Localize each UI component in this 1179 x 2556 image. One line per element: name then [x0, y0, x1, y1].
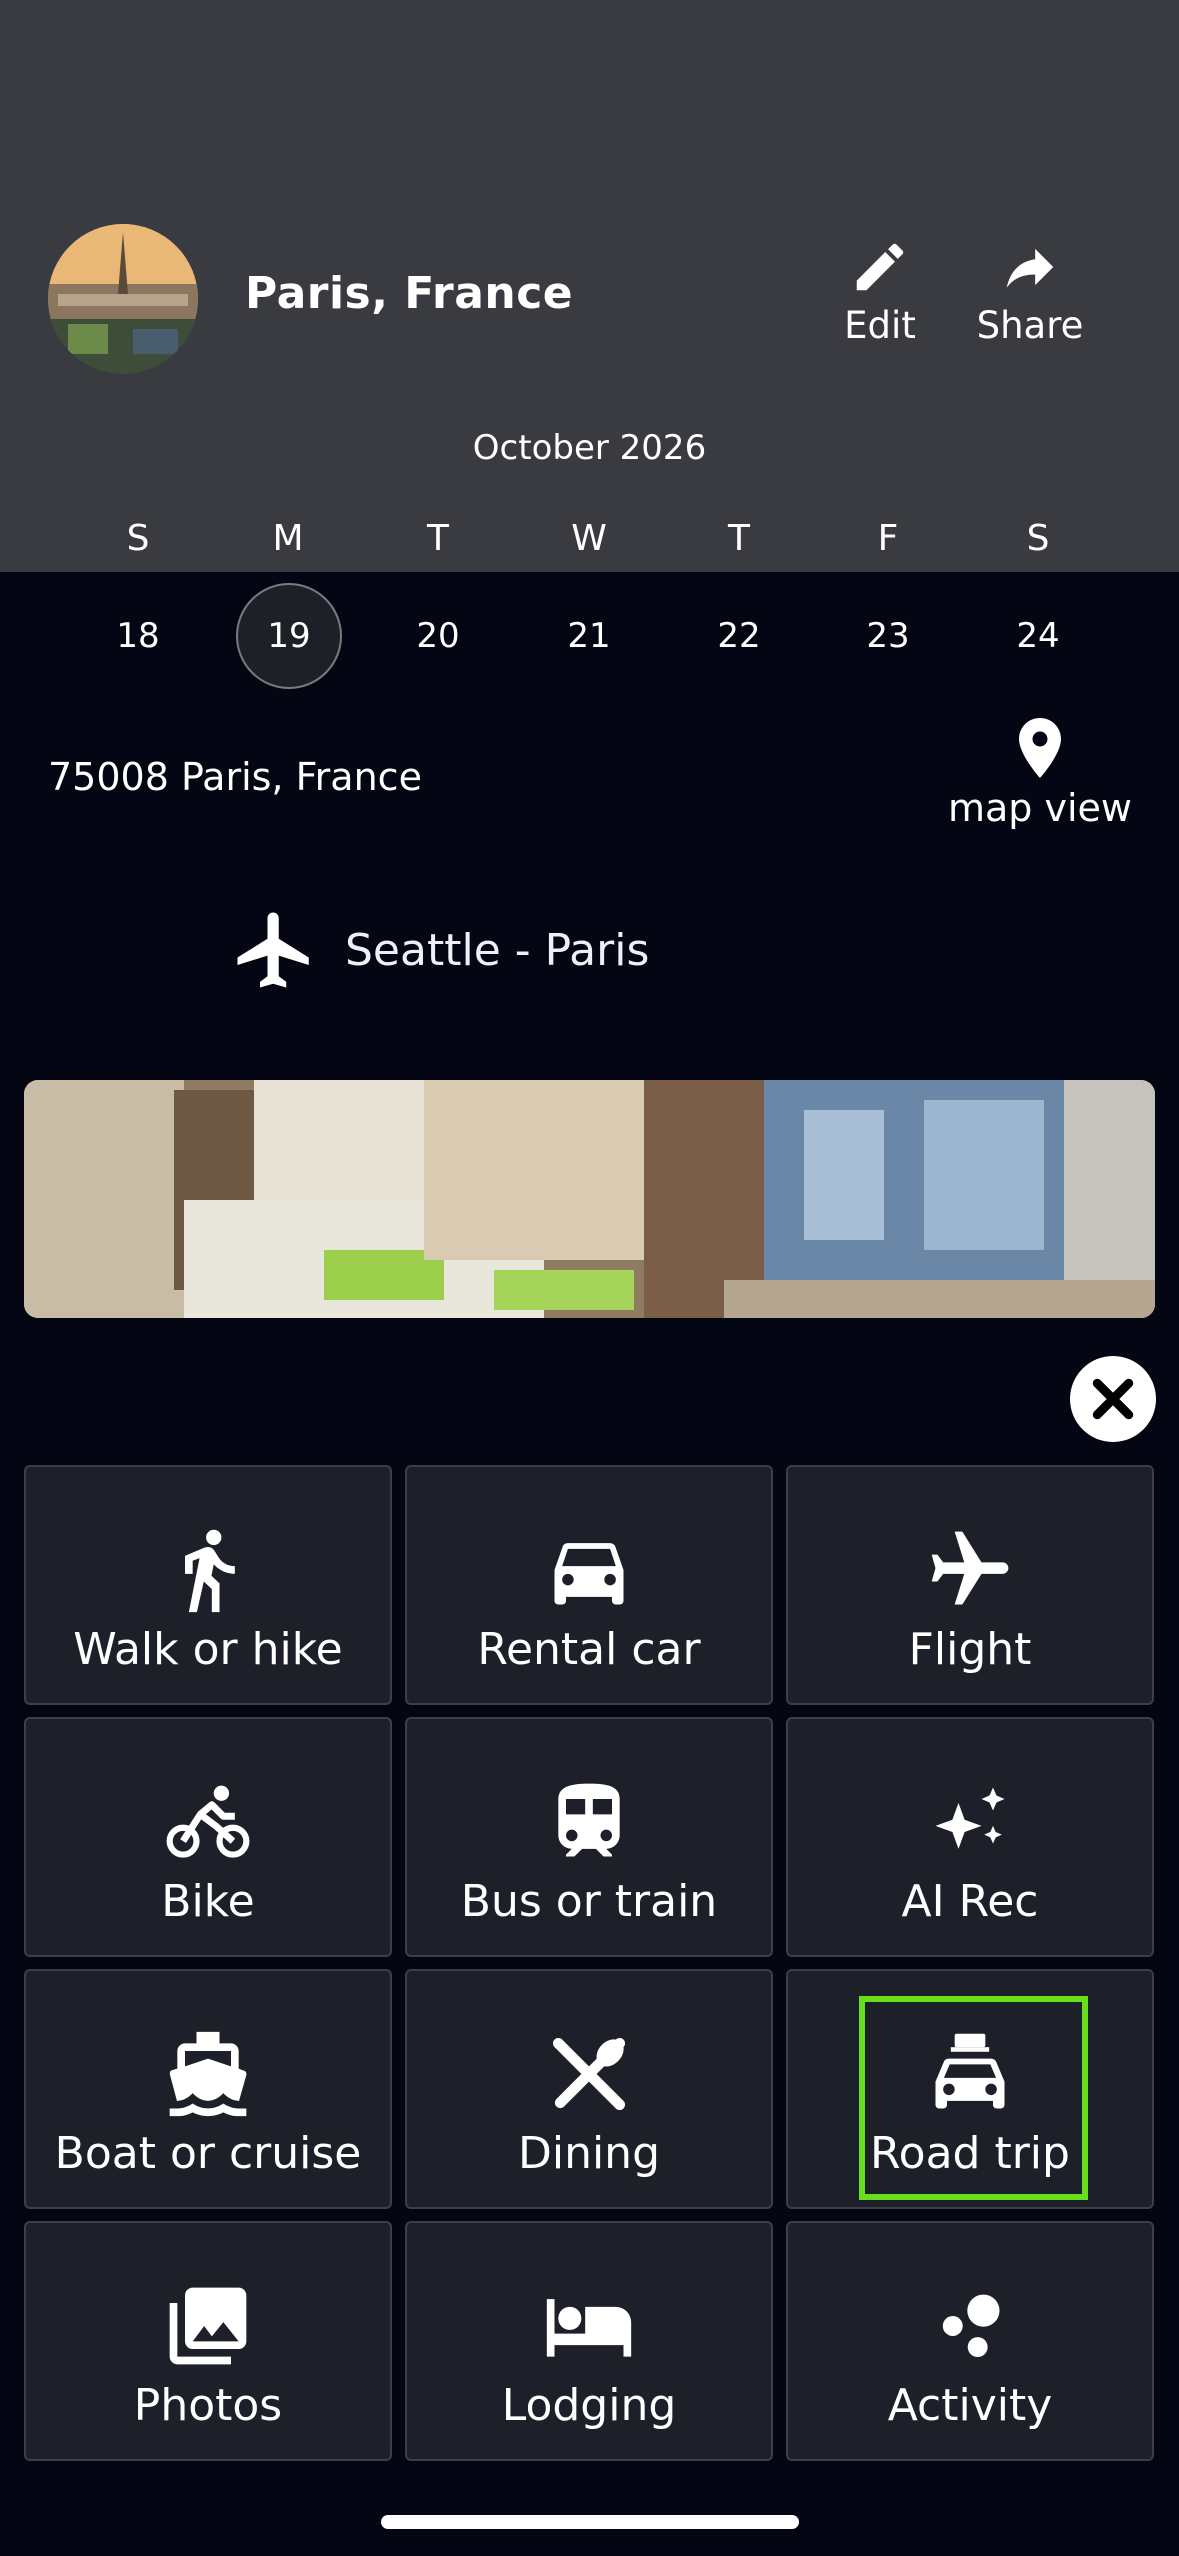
airplane-icon: [237, 912, 309, 988]
add-rental-car-button[interactable]: Rental car: [405, 1465, 773, 1705]
calendar-weekday-row: S M T W T F S: [0, 498, 1179, 578]
car-icon: [554, 1543, 624, 1605]
calendar-day-selected[interactable]: 19: [236, 583, 342, 689]
tile-label: Walk or hike: [73, 1624, 343, 1675]
map-view-button[interactable]: map view: [940, 712, 1140, 842]
sparkles-icon: [935, 1787, 1005, 1849]
add-walk-or-hike-button[interactable]: Walk or hike: [24, 1465, 392, 1705]
weekday-label: S: [1026, 517, 1050, 559]
tile-label: Dining: [517, 2128, 661, 2179]
add-boat-or-cruise-button[interactable]: Boat or cruise: [24, 1969, 392, 2209]
photos-icon: [169, 2287, 247, 2365]
trip-header: Paris, France Edit Share October 2026 S …: [0, 0, 1179, 572]
add-lodging-button[interactable]: Lodging: [405, 2221, 773, 2461]
calendar-day[interactable]: 18: [85, 583, 191, 689]
add-dining-button[interactable]: Dining: [405, 1969, 773, 2209]
tile-label: Bus or train: [460, 1876, 718, 1927]
location-address: 75008 Paris, France: [48, 755, 422, 799]
weekday-label: T: [728, 517, 750, 559]
calendar-day[interactable]: 22: [686, 583, 792, 689]
share-label: Share: [976, 304, 1084, 347]
home-indicator[interactable]: [381, 2515, 799, 2529]
tile-label: Activity: [887, 2380, 1053, 2431]
add-photos-button[interactable]: Photos: [24, 2221, 392, 2461]
tile-label: Lodging: [501, 2380, 677, 2431]
flight-route: Seattle - Paris: [345, 924, 650, 976]
add-bus-or-train-button[interactable]: Bus or train: [405, 1717, 773, 1957]
activity-icon: [942, 2294, 1000, 2358]
destination-avatar[interactable]: [48, 224, 198, 374]
walk-icon: [185, 1529, 235, 1613]
weekday-label: F: [877, 517, 899, 559]
map-view-label: map view: [947, 786, 1132, 830]
weekday-label: W: [571, 517, 607, 559]
tile-label: Flight: [908, 1624, 1032, 1675]
weekday-label: T: [427, 517, 449, 559]
road-trip-highlight: [859, 1996, 1088, 2200]
tile-label: Boat or cruise: [54, 2128, 362, 2179]
bike-icon: [166, 1785, 250, 1858]
map-pin-icon: [1019, 718, 1061, 778]
close-icon: [1092, 1378, 1134, 1420]
bed-icon: [546, 2299, 632, 2357]
calendar-day[interactable]: 21: [536, 583, 642, 689]
weekday-label: M: [272, 517, 304, 559]
trip-title: Paris, France: [245, 268, 574, 319]
calendar-date-row: 18 19 20 21 22 23 24: [0, 583, 1179, 689]
pencil-icon: [856, 243, 904, 291]
tile-label: AI Rec: [901, 1876, 1039, 1927]
calendar-month: October 2026: [472, 428, 707, 468]
share-button[interactable]: Share: [965, 236, 1095, 366]
calendar-day[interactable]: 23: [835, 583, 941, 689]
tile-label: Rental car: [477, 1624, 701, 1675]
flight-item[interactable]: Seattle - Paris: [230, 905, 649, 995]
calendar-day[interactable]: 24: [985, 583, 1091, 689]
dining-icon: [552, 2037, 626, 2111]
airplane-icon: [931, 1531, 1009, 1605]
trip-photo-strip[interactable]: [24, 1080, 1155, 1318]
train-icon: [558, 1783, 620, 1857]
add-ai-rec-button[interactable]: AI Rec: [786, 1717, 1154, 1957]
edit-label: Edit: [844, 304, 916, 347]
add-activity-button[interactable]: Activity: [786, 2221, 1154, 2461]
add-bike-button[interactable]: Bike: [24, 1717, 392, 1957]
tile-label: Bike: [161, 1876, 255, 1927]
calendar-day[interactable]: 20: [385, 583, 491, 689]
share-arrow-icon: [1006, 248, 1054, 288]
edit-button[interactable]: Edit: [815, 236, 945, 366]
add-flight-button[interactable]: Flight: [786, 1465, 1154, 1705]
weekday-label: S: [126, 517, 150, 559]
tile-label: Photos: [133, 2380, 283, 2431]
boat-icon: [169, 2031, 247, 2117]
close-menu-button[interactable]: [1070, 1356, 1156, 1442]
